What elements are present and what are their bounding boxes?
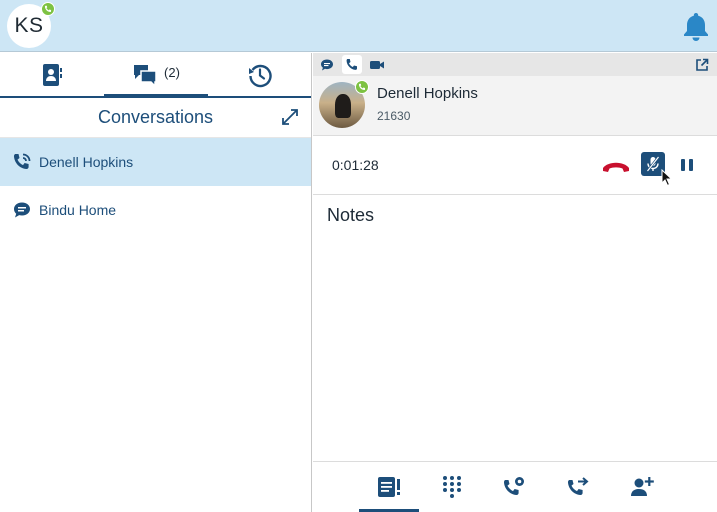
conversations-header: Conversations: [0, 98, 311, 138]
tab-bar: (2): [0, 53, 311, 98]
call-timer: 0:01:28: [332, 157, 379, 173]
active-call-icon: [12, 152, 32, 172]
conversation-item-bindu-home[interactable]: Bindu Home: [0, 186, 311, 234]
tab-history[interactable]: [236, 53, 284, 96]
conversations-icon: [134, 64, 157, 87]
top-header: KS: [0, 0, 717, 52]
contacts-icon: [43, 63, 62, 86]
expand-icon[interactable]: [281, 108, 299, 126]
mode-bar: [313, 53, 717, 76]
transfer-button[interactable]: [548, 462, 608, 512]
hold-button[interactable]: [679, 155, 695, 175]
hangup-button[interactable]: [601, 155, 631, 177]
contact-card: Denell Hopkins 21630: [313, 76, 717, 136]
video-icon: [370, 60, 384, 69]
notes-icon: [378, 477, 400, 497]
conversation-name: Bindu Home: [39, 202, 117, 218]
user-avatar[interactable]: KS: [7, 2, 55, 48]
add-participant-icon: [631, 477, 654, 496]
chat-icon: [321, 59, 333, 70]
presence-phone-icon: [41, 2, 55, 16]
conversations-title: Conversations: [97, 107, 214, 127]
conversation-name: Denell Hopkins: [39, 154, 134, 170]
mouse-cursor-icon: [661, 169, 673, 187]
popout-button[interactable]: [692, 55, 712, 74]
contact-extension: 21630: [377, 109, 411, 123]
video-mode-button[interactable]: [367, 55, 387, 74]
dialpad-button[interactable]: [422, 462, 482, 512]
notes-title: Notes: [327, 205, 375, 225]
tab-contacts[interactable]: [28, 53, 76, 96]
microphone-muted-icon: [646, 156, 660, 172]
bottom-action-bar: [313, 461, 717, 512]
history-icon: [249, 64, 272, 87]
chat-icon: [12, 200, 32, 220]
notes-button[interactable]: [359, 462, 419, 512]
left-panel: (2) Conversations Denell Hopkins Bindu H…: [0, 53, 312, 512]
phone-icon: [346, 58, 357, 70]
call-controls: 0:01:28: [313, 136, 717, 195]
popout-icon: [696, 58, 709, 71]
chat-mode-button[interactable]: [317, 55, 337, 74]
dialpad-icon: [443, 476, 461, 498]
voicemail-transfer-icon: [503, 477, 524, 496]
phone-mode-button[interactable]: [342, 55, 362, 74]
user-initials: KS: [14, 14, 44, 37]
tab-conversations[interactable]: (2): [104, 53, 208, 98]
voicemail-transfer-button[interactable]: [484, 462, 544, 512]
conversation-count: (2): [164, 65, 180, 80]
bell-icon[interactable]: [679, 10, 713, 44]
presence-phone-icon: [355, 80, 369, 94]
right-panel: Denell Hopkins 21630 0:01:28 Notes: [313, 53, 717, 512]
transfer-icon: [567, 477, 589, 496]
add-participant-button[interactable]: [612, 462, 672, 512]
conversation-item-denell-hopkins[interactable]: Denell Hopkins: [0, 138, 311, 186]
contact-name: Denell Hopkins: [377, 85, 478, 102]
